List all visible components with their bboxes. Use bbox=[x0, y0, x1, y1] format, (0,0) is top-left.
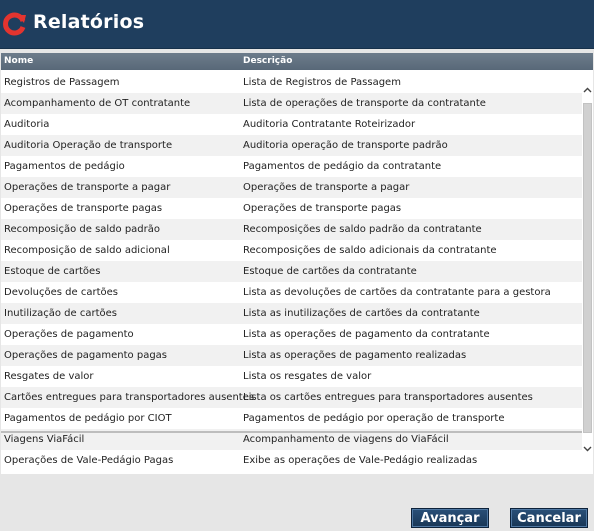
row-description: Acompanhamento de viagens do ViaFácil bbox=[243, 434, 449, 445]
row-description: Lista as inutilizações de cartões da con… bbox=[243, 308, 480, 319]
cancel-button[interactable]: Cancelar bbox=[510, 508, 588, 528]
table-row[interactable]: Inutilização de cartões Lista as inutiliz… bbox=[1, 303, 582, 324]
row-description: Lista os cartões entregues para transpor… bbox=[243, 392, 533, 403]
scroll-down-icon[interactable] bbox=[582, 442, 593, 456]
vertical-scrollbar[interactable] bbox=[582, 83, 593, 474]
next-button[interactable]: Avançar bbox=[411, 508, 489, 528]
row-description: Operações de transporte a pagar bbox=[243, 182, 410, 193]
row-name: Operações de transporte a pagar bbox=[4, 182, 171, 193]
column-header-name[interactable]: Nome bbox=[4, 56, 33, 66]
row-description: Recomposições de saldo padrão da contrat… bbox=[243, 224, 482, 235]
scrollbar-thumb[interactable] bbox=[583, 103, 592, 433]
row-divider bbox=[1, 431, 582, 433]
row-name: Operações de transporte pagas bbox=[4, 203, 163, 214]
title-bar: Relatórios bbox=[0, 0, 594, 49]
table-row[interactable]: Operações de transporte pagas Operações d… bbox=[1, 198, 582, 219]
row-name: Inutilização de cartões bbox=[4, 308, 117, 319]
table-body: Registros de Passagem Lista de Registros … bbox=[1, 72, 582, 471]
table-row[interactable]: Operações de Vale-Pedágio Pagas Exibe as … bbox=[1, 450, 582, 471]
table-row[interactable]: Devoluções de cartões Lista as devoluções… bbox=[1, 282, 582, 303]
reports-table: Nome Descrição Registros de Passagem List… bbox=[1, 53, 593, 474]
table-row[interactable]: Auditoria Operação de transporte Auditori… bbox=[1, 135, 582, 156]
row-description: Auditoria operação de transporte padrão bbox=[243, 140, 448, 151]
row-description: Lista de operações de transporte da cont… bbox=[243, 98, 486, 109]
row-name: Cartões entregues para transportadores a… bbox=[4, 392, 255, 403]
row-name: Recomposição de saldo adicional bbox=[4, 245, 170, 256]
table-row[interactable]: Auditoria Auditoria Contratante Roteiriza… bbox=[1, 114, 582, 135]
row-name: Pagamentos de pedágio bbox=[4, 161, 125, 172]
row-name: Operações de pagamento bbox=[4, 329, 134, 340]
table-row[interactable]: Operações de pagamento Lista as operações… bbox=[1, 324, 582, 345]
row-description: Auditoria Contratante Roteirizador bbox=[243, 119, 416, 130]
table-row[interactable]: Registros de Passagem Lista de Registros … bbox=[1, 72, 582, 93]
table-row[interactable]: Cartões entregues para transportadores a… bbox=[1, 387, 582, 408]
row-description: Lista os resgates de valor bbox=[243, 371, 372, 382]
row-description: Estoque de cartões da contratante bbox=[243, 266, 417, 277]
table-row[interactable]: Estoque de cartões Estoque de cartões da … bbox=[1, 261, 582, 282]
scroll-up-icon[interactable] bbox=[582, 83, 593, 97]
row-description: Operações de transporte pagas bbox=[243, 203, 402, 214]
row-name: Auditoria bbox=[4, 119, 50, 130]
row-description: Exibe as operações de Vale-Pedágio reali… bbox=[243, 455, 478, 466]
table-row[interactable]: Operações de transporte a pagar Operações… bbox=[1, 177, 582, 198]
row-description: Lista as devoluções de cartões da contra… bbox=[243, 287, 551, 298]
table-header: Nome Descrição bbox=[1, 53, 593, 70]
row-name: Devoluções de cartões bbox=[4, 287, 118, 298]
row-name: Operações de Vale-Pedágio Pagas bbox=[4, 455, 174, 466]
row-name: Auditoria Operação de transporte bbox=[4, 140, 173, 151]
row-description: Lista as operações de pagamento da contr… bbox=[243, 329, 490, 340]
refresh-arrow-icon bbox=[3, 12, 26, 36]
row-name: Resgates de valor bbox=[4, 371, 94, 382]
row-name: Registros de Passagem bbox=[4, 77, 120, 88]
table-row[interactable]: Pagamentos de pedágio por CIOT Pagamentos… bbox=[1, 408, 582, 429]
row-name: Viagens ViaFácil bbox=[4, 434, 85, 445]
table-row[interactable]: Acompanhamento de OT contratante Lista de… bbox=[1, 93, 582, 114]
column-header-description[interactable]: Descrição bbox=[243, 56, 292, 66]
table-row[interactable]: Operações de pagamento pagas Lista as ope… bbox=[1, 345, 582, 366]
row-name: Recomposição de saldo padrão bbox=[4, 224, 161, 235]
row-description: Lista de Registros de Passagem bbox=[243, 77, 401, 88]
row-description: Lista as operações de pagamento realizad… bbox=[243, 350, 467, 361]
row-description: Pagamentos de pedágio da contratante bbox=[243, 161, 442, 172]
row-name: Operações de pagamento pagas bbox=[4, 350, 168, 361]
table-row[interactable]: Resgates de valor Lista os resgates de va… bbox=[1, 366, 582, 387]
table-row[interactable]: Recomposição de saldo padrão Recomposiçõe… bbox=[1, 219, 582, 240]
row-name: Acompanhamento de OT contratante bbox=[4, 98, 191, 109]
table-row[interactable]: Recomposição de saldo adicional Recomposi… bbox=[1, 240, 582, 261]
row-description: Pagamentos de pedágio por operação de tr… bbox=[243, 413, 505, 424]
page-title: Relatórios bbox=[33, 11, 145, 33]
row-name: Estoque de cartões bbox=[4, 266, 101, 277]
table-row[interactable]: Pagamentos de pedágio Pagamentos de pedág… bbox=[1, 156, 582, 177]
row-description: Recomposições de saldo adicionais da con… bbox=[243, 245, 497, 256]
row-name: Pagamentos de pedágio por CIOT bbox=[4, 413, 172, 424]
